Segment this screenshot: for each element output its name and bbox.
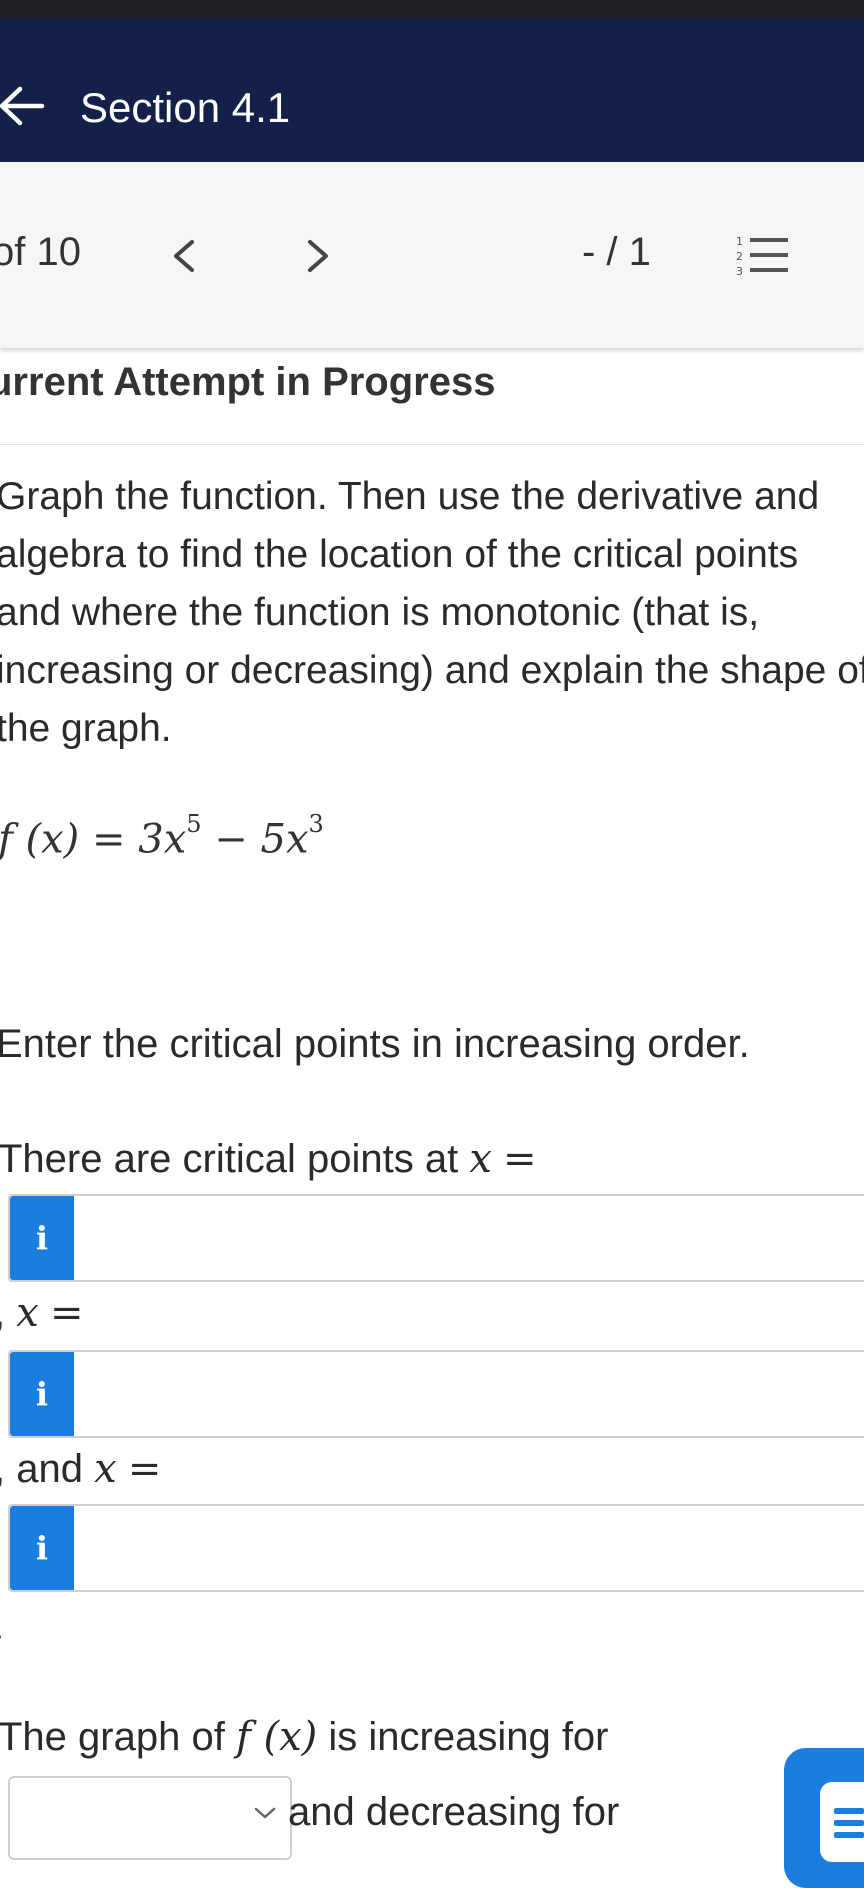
info-icon[interactable]: i [10,1196,74,1280]
increasing-interval-select[interactable] [8,1776,292,1860]
svg-text:2: 2 [736,250,743,263]
critical-point-2-field[interactable]: i [8,1350,864,1438]
status-bar [0,0,864,18]
question-counter: of 10 [0,230,81,274]
menu-icon [834,1808,864,1838]
instruction-text: Enter the critical points in increasing … [0,1022,750,1066]
critical-points-label: There are critical points at x = [0,1136,537,1182]
page-title: Section 4.1 [80,84,291,131]
info-icon[interactable]: i [10,1506,74,1590]
svg-text:3: 3 [736,265,743,278]
next-question-icon[interactable] [300,236,336,276]
critical-point-3-field[interactable]: i [8,1504,864,1592]
info-icon[interactable]: i [10,1352,74,1436]
separator-label-and: , and x = [0,1446,162,1492]
period-mark [0,1635,1,1639]
score-display: - / 1 [582,230,651,274]
back-arrow-icon[interactable] [0,84,46,128]
critical-point-1-field[interactable]: i [8,1194,864,1282]
attempt-status: urrent Attempt in Progress [0,360,496,404]
separator-label-comma: , x = [0,1290,84,1336]
function-formula: f (x) = 3x5 − 5x3 [0,810,324,863]
decreasing-label: and decreasing for [288,1790,620,1834]
increasing-label: The graph of f (x) is increasing for [0,1714,609,1760]
previous-question-icon[interactable] [166,236,202,276]
chevron-down-icon [254,1807,276,1819]
question-text: Graph the function. Then use the derivat… [0,475,864,750]
app-header: Section 4.1 [0,18,864,162]
numbered-list-icon[interactable]: 1 2 3 [734,233,790,279]
svg-text:1: 1 [736,235,743,248]
divider [0,444,864,445]
